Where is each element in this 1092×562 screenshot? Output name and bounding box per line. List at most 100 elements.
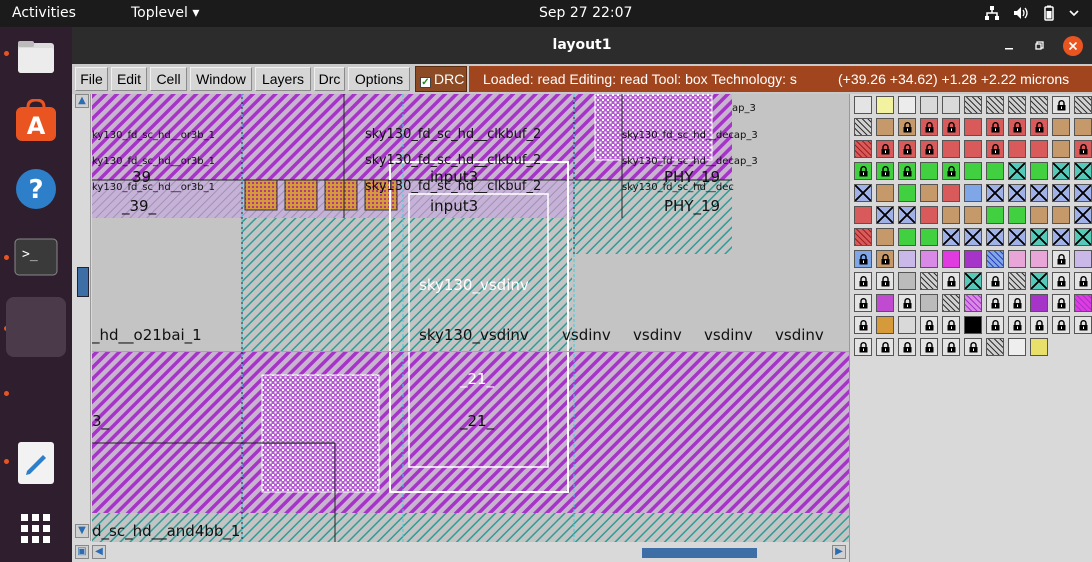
layer-swatch[interactable] <box>1074 272 1092 290</box>
layer-swatch[interactable] <box>1052 96 1070 114</box>
layer-swatch[interactable] <box>1030 184 1048 202</box>
layer-swatch[interactable] <box>876 272 894 290</box>
layer-swatch[interactable] <box>942 162 960 180</box>
layer-swatch[interactable] <box>942 316 960 334</box>
layer-swatch[interactable] <box>920 272 938 290</box>
layer-swatch[interactable] <box>920 228 938 246</box>
layer-swatch[interactable] <box>1008 118 1026 136</box>
software-app-icon[interactable]: A <box>8 93 64 149</box>
layer-swatch[interactable] <box>854 206 872 224</box>
layer-swatch[interactable] <box>942 140 960 158</box>
menu-drc[interactable]: Drc <box>314 67 345 91</box>
layer-swatch[interactable] <box>920 184 938 202</box>
layer-swatch[interactable] <box>876 162 894 180</box>
horizontal-scrollbar[interactable]: ▣ ◀ ▶ <box>75 544 849 560</box>
layer-swatch[interactable] <box>876 316 894 334</box>
layer-swatch[interactable] <box>898 118 916 136</box>
layer-swatch[interactable] <box>1030 338 1048 356</box>
layer-swatch[interactable] <box>1052 250 1070 268</box>
layer-swatch[interactable] <box>1030 316 1048 334</box>
power-menu-icon[interactable] <box>1066 5 1082 21</box>
layer-swatch[interactable] <box>1008 140 1026 158</box>
layer-swatch[interactable] <box>1052 206 1070 224</box>
menu-options[interactable]: Options <box>348 67 410 91</box>
layer-swatch[interactable] <box>964 316 982 334</box>
horizontal-scroll-thumb[interactable] <box>642 548 757 558</box>
toplevel-app-icon[interactable] <box>6 297 66 357</box>
layer-swatch[interactable] <box>854 338 872 356</box>
drc-checkbox[interactable]: ✓ <box>420 77 431 88</box>
layer-swatch[interactable] <box>1074 206 1092 224</box>
layer-swatch[interactable] <box>986 250 1004 268</box>
layer-swatch[interactable] <box>942 96 960 114</box>
layer-swatch[interactable] <box>1030 96 1048 114</box>
layer-swatch[interactable] <box>1074 162 1092 180</box>
drc-toggle[interactable]: ✓ DRC <box>415 66 467 92</box>
layer-swatch[interactable] <box>964 184 982 202</box>
layout-drawing[interactable]: ky130_fd_sc_hd__or3b_1 ky130_fd_sc_hd__o… <box>92 94 849 542</box>
terminal-app-icon[interactable]: >_ <box>8 229 64 285</box>
layer-swatch[interactable] <box>898 206 916 224</box>
layer-swatch[interactable] <box>854 162 872 180</box>
menu-cell[interactable]: Cell <box>150 67 187 91</box>
layer-swatch[interactable] <box>964 250 982 268</box>
scroll-down-arrow[interactable]: ▼ <box>75 524 89 538</box>
layer-swatch[interactable] <box>1008 294 1026 312</box>
layer-swatch[interactable] <box>964 206 982 224</box>
layer-swatch[interactable] <box>1030 272 1048 290</box>
vertical-scrollbar[interactable]: ▲ ▼ <box>75 94 91 541</box>
menu-layers[interactable]: Layers <box>255 67 311 91</box>
layer-swatch[interactable] <box>876 338 894 356</box>
layer-swatch[interactable] <box>1030 228 1048 246</box>
layer-swatch[interactable] <box>898 96 916 114</box>
layer-swatch[interactable] <box>986 118 1004 136</box>
layer-swatch[interactable] <box>898 294 916 312</box>
layer-swatch[interactable] <box>1074 184 1092 202</box>
layer-swatch[interactable] <box>942 206 960 224</box>
layer-swatch[interactable] <box>854 228 872 246</box>
help-app-icon[interactable]: ? <box>8 161 64 217</box>
layer-swatch[interactable] <box>920 338 938 356</box>
layer-swatch[interactable] <box>876 206 894 224</box>
layer-swatch[interactable] <box>964 118 982 136</box>
layer-swatch[interactable] <box>1008 272 1026 290</box>
layer-swatch[interactable] <box>1030 162 1048 180</box>
layer-swatch[interactable] <box>920 140 938 158</box>
layer-swatch[interactable] <box>986 338 1004 356</box>
layer-swatch[interactable] <box>1052 272 1070 290</box>
layer-swatch[interactable] <box>854 250 872 268</box>
layer-swatch[interactable] <box>1052 118 1070 136</box>
layer-swatch[interactable] <box>898 140 916 158</box>
layer-swatch[interactable] <box>1030 294 1048 312</box>
layer-swatch[interactable] <box>1052 316 1070 334</box>
layer-swatch[interactable] <box>920 118 938 136</box>
app-menu[interactable]: Toplevel ▾ <box>131 5 199 21</box>
layer-swatch[interactable] <box>920 294 938 312</box>
layer-swatch[interactable] <box>854 184 872 202</box>
layer-swatch[interactable] <box>1052 140 1070 158</box>
layer-swatch[interactable] <box>898 184 916 202</box>
menu-window[interactable]: Window <box>190 67 252 91</box>
layer-swatch[interactable] <box>1030 140 1048 158</box>
layer-swatch[interactable] <box>986 184 1004 202</box>
layer-swatch[interactable] <box>942 294 960 312</box>
window-titlebar[interactable]: layout1 <box>72 27 1092 64</box>
activities-button[interactable]: Activities <box>12 5 76 21</box>
menu-file[interactable]: File <box>75 67 108 91</box>
layer-swatch[interactable] <box>1052 294 1070 312</box>
minimize-button[interactable] <box>999 36 1019 56</box>
layer-swatch[interactable] <box>920 206 938 224</box>
layer-swatch[interactable] <box>1074 294 1092 312</box>
layer-swatch[interactable] <box>854 294 872 312</box>
scroll-right-arrow[interactable]: ▶ <box>832 545 846 559</box>
menu-edit[interactable]: Edit <box>111 67 147 91</box>
layer-swatch[interactable] <box>986 316 1004 334</box>
layer-swatch[interactable] <box>898 338 916 356</box>
layer-swatch[interactable] <box>876 250 894 268</box>
layer-swatch[interactable] <box>986 140 1004 158</box>
layer-swatch[interactable] <box>964 294 982 312</box>
layer-swatch[interactable] <box>920 96 938 114</box>
layer-swatch[interactable] <box>964 96 982 114</box>
files-app-icon[interactable] <box>8 29 64 85</box>
layer-swatch[interactable] <box>942 228 960 246</box>
